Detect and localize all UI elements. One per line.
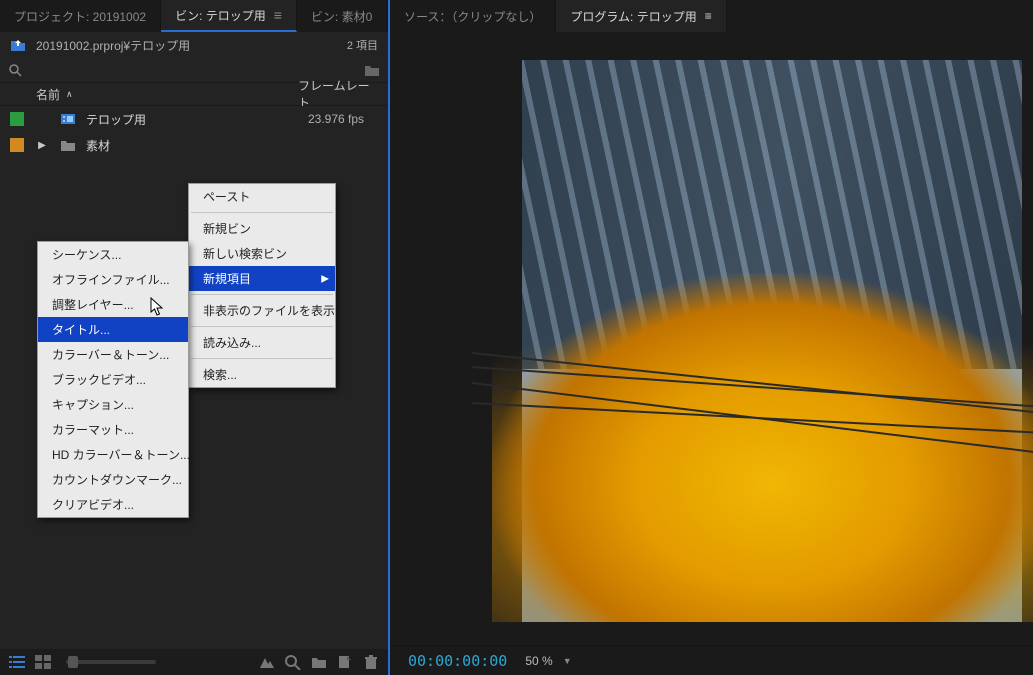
ctx-hd-color-bars-tone[interactable]: HD カラーバー＆トーン...: [38, 442, 188, 467]
filter-bin-icon[interactable]: [364, 63, 380, 77]
ctx-color-matte-label: カラーマット...: [52, 423, 134, 437]
ctx-black-video-label: ブラックビデオ...: [52, 373, 146, 387]
folder-up-icon[interactable]: [10, 38, 26, 52]
ctx-import[interactable]: 読み込み...: [189, 330, 335, 355]
sequence-icon: [60, 112, 76, 126]
item-count: 2 項目: [347, 37, 378, 53]
ctx-color-matte[interactable]: カラーマット...: [38, 417, 188, 442]
ctx-countdown-label: カウントダウンマーク...: [52, 473, 182, 487]
menu-separator: [191, 294, 333, 295]
ctx-caption-label: キャプション...: [52, 398, 134, 412]
menu-separator: [191, 326, 333, 327]
ctx-countdown[interactable]: カウントダウンマーク...: [38, 467, 188, 492]
ctx-black-video[interactable]: ブラックビデオ...: [38, 367, 188, 392]
ctx-clear-video[interactable]: クリアビデオ...: [38, 492, 188, 517]
ctx-caption[interactable]: キャプション...: [38, 392, 188, 417]
column-name-header[interactable]: 名前 ∧: [36, 86, 298, 103]
menu-separator: [191, 358, 333, 359]
context-submenu-new-item: シーケンス... オフラインファイル... 調整レイヤー... タイトル... …: [37, 241, 189, 518]
panel-menu-icon[interactable]: ≡: [274, 7, 282, 23]
tab-source[interactable]: ソース：（クリップなし）: [390, 0, 556, 32]
tab-program[interactable]: プログラム: テロップ用 ≡: [556, 0, 726, 32]
list-view-icon[interactable]: [8, 654, 26, 670]
ctx-paste-label: ペースト: [203, 190, 250, 204]
ctx-sequence[interactable]: シーケンス...: [38, 242, 188, 267]
ctx-show-hidden-label: 非表示のファイルを表示: [203, 304, 335, 318]
slider-thumb[interactable]: [68, 656, 78, 668]
ctx-new-bin[interactable]: 新規ビン: [189, 216, 335, 241]
automate-icon[interactable]: [258, 654, 276, 670]
ctx-paste[interactable]: ペースト: [189, 184, 335, 209]
row-label: テロップ用: [86, 111, 308, 128]
breadcrumb-path: 20191002.prproj¥テロップ用: [36, 37, 347, 54]
new-item-icon[interactable]: [336, 654, 354, 670]
ctx-adjustment-layer-label: 調整レイヤー...: [52, 298, 134, 312]
ctx-show-hidden[interactable]: 非表示のファイルを表示: [189, 298, 335, 323]
ctx-new-item[interactable]: 新規項目 ▶: [189, 266, 335, 291]
ctx-search-label: 検索...: [203, 368, 237, 382]
submenu-arrow-icon: ▶: [321, 273, 329, 284]
ctx-title-label: タイトル...: [52, 323, 110, 337]
program-monitor-panel: ソース：（クリップなし） プログラム: テロップ用 ≡ 00:0: [390, 0, 1033, 675]
tab-bin-other-label: ビン: 素材0: [311, 8, 372, 25]
tab-program-label: プログラム: テロップ用: [570, 8, 696, 25]
ctx-offline-file-label: オフラインファイル...: [52, 273, 170, 287]
zoom-dropdown[interactable]: 50 % ▼: [525, 654, 571, 668]
timecode[interactable]: 00:00:00:00: [408, 652, 507, 670]
column-headers: 名前 ∧ フレームレート: [0, 82, 388, 106]
ctx-adjustment-layer[interactable]: 調整レイヤー...: [38, 292, 188, 317]
search-icon: [8, 63, 22, 77]
ctx-import-label: 読み込み...: [203, 336, 261, 350]
item-rows: テロップ用 23.976 fps ▶ 素材: [0, 106, 388, 158]
ctx-color-bars-tone[interactable]: カラーバー＆トーン...: [38, 342, 188, 367]
row-framerate: 23.976 fps: [308, 112, 388, 126]
label-chip-orange[interactable]: [10, 138, 24, 152]
ctx-new-search-bin[interactable]: 新しい検索ビン: [189, 241, 335, 266]
list-item[interactable]: テロップ用 23.976 fps: [0, 106, 388, 132]
ctx-clear-video-label: クリアビデオ...: [52, 498, 134, 512]
thumbnail-size-slider[interactable]: [66, 660, 156, 664]
find-icon[interactable]: [284, 654, 302, 670]
panel-menu-icon[interactable]: ≡: [705, 9, 712, 23]
trash-icon[interactable]: [362, 654, 380, 670]
folder-icon: [60, 138, 76, 152]
tab-bin-other[interactable]: ビン: 素材0: [297, 0, 387, 32]
tab-source-label: ソース：（クリップなし）: [404, 8, 541, 25]
tab-bin-active-label: ビン: テロップ用: [175, 7, 266, 24]
left-panel-tabs: プロジェクト: 20191002 ビン: テロップ用 ≡ ビン: 素材0: [0, 0, 388, 32]
sort-ascending-icon: ∧: [66, 89, 73, 100]
row-expander[interactable]: ▶: [34, 140, 50, 151]
menu-separator: [191, 212, 333, 213]
ctx-search[interactable]: 検索...: [189, 362, 335, 387]
program-footer: 00:00:00:00 50 % ▼: [390, 645, 1033, 675]
program-monitor-view[interactable]: [390, 32, 1033, 645]
ctx-hd-color-bars-tone-label: HD カラーバー＆トーン...: [52, 448, 190, 462]
ctx-new-search-bin-label: 新しい検索ビン: [203, 247, 287, 261]
context-menu: ペースト 新規ビン 新しい検索ビン 新規項目 ▶ 非表示のファイルを表示 読み込…: [188, 183, 336, 388]
video-preview: [522, 60, 1022, 622]
breadcrumb: 20191002.prproj¥テロップ用 2 項目: [0, 32, 388, 58]
ctx-color-bars-tone-label: カラーバー＆トーン...: [52, 348, 169, 362]
ctx-offline-file[interactable]: オフラインファイル...: [38, 267, 188, 292]
zoom-value: 50 %: [525, 654, 552, 668]
tab-project[interactable]: プロジェクト: 20191002: [0, 0, 161, 32]
ctx-new-bin-label: 新規ビン: [203, 222, 251, 236]
tab-project-label: プロジェクト: 20191002: [14, 8, 146, 25]
ctx-title[interactable]: タイトル...: [38, 317, 188, 342]
list-item[interactable]: ▶ 素材: [0, 132, 388, 158]
chevron-down-icon: ▼: [563, 656, 572, 666]
panel-bottom-toolbar: [0, 649, 388, 675]
ctx-sequence-label: シーケンス...: [52, 248, 121, 262]
new-bin-icon[interactable]: [310, 654, 328, 670]
right-panel-tabs: ソース：（クリップなし） プログラム: テロップ用 ≡: [390, 0, 1033, 32]
row-label: 素材: [86, 137, 308, 154]
label-chip-green[interactable]: [10, 112, 24, 126]
column-name-label: 名前: [36, 86, 60, 103]
ctx-new-item-label: 新規項目: [203, 272, 251, 286]
tab-bin-active[interactable]: ビン: テロップ用 ≡: [161, 0, 297, 32]
icon-view-icon[interactable]: [34, 654, 52, 670]
